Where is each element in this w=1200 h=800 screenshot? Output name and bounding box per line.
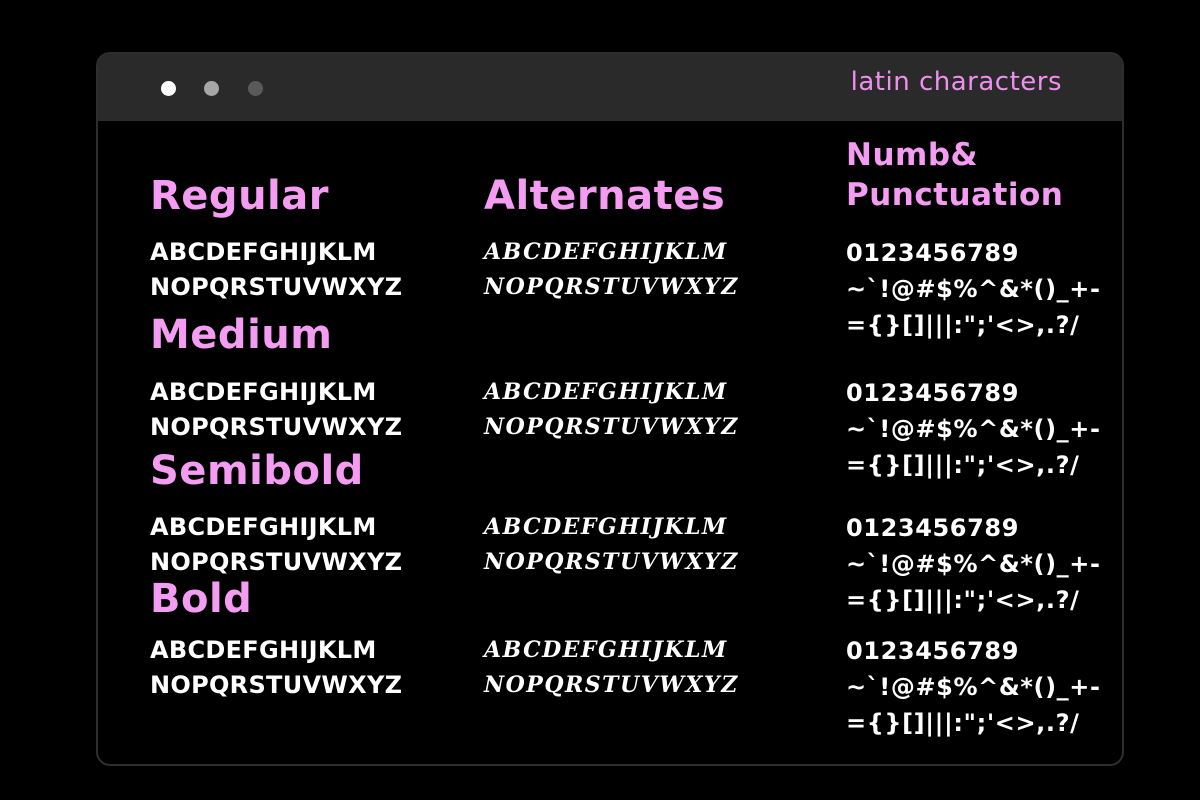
medium-uppercase-line-2: NOPQRSTUVWXYZ (150, 413, 403, 441)
semibold-uppercase-line-1: ABCDEFGHIJKLM (150, 513, 377, 541)
maximize-window-dot[interactable] (248, 81, 263, 96)
heading-numb: Numb& (846, 137, 979, 173)
bold-alternates-line-1: ABCDEFGHIJKLM (484, 637, 728, 663)
window-title: latin characters (850, 67, 1062, 97)
regular-punctuation-line-1: ~`!@#$%^&*()_+- (846, 275, 1101, 303)
heading-punctuation: Punctuation (846, 177, 1064, 213)
regular-uppercase-line-2: NOPQRSTUVWXYZ (150, 273, 403, 301)
medium-alternates-line-2: NOPQRSTUVWXYZ (484, 414, 739, 440)
heading-regular: Regular (150, 173, 329, 219)
bold-numbers-line: 0123456789 (846, 637, 1019, 665)
semibold-punctuation-line-2: ={}[]|||:";'<>,.?/ (846, 586, 1080, 614)
medium-numbers-line: 0123456789 (846, 379, 1019, 407)
heading-bold: Bold (150, 576, 253, 622)
regular-alternates-line-1: ABCDEFGHIJKLM (484, 239, 728, 265)
semibold-numbers-line: 0123456789 (846, 514, 1019, 542)
bold-uppercase-line-2: NOPQRSTUVWXYZ (150, 671, 403, 699)
bold-punctuation-line-2: ={}[]|||:";'<>,.?/ (846, 709, 1080, 737)
semibold-alternates-line-1: ABCDEFGHIJKLM (484, 514, 728, 540)
medium-punctuation-line-1: ~`!@#$%^&*()_+- (846, 415, 1101, 443)
bold-uppercase-line-1: ABCDEFGHIJKLM (150, 636, 377, 664)
minimize-window-dot[interactable] (204, 81, 219, 96)
heading-semibold: Semibold (150, 448, 364, 494)
window-titlebar: latin characters (98, 54, 1122, 121)
semibold-uppercase-line-2: NOPQRSTUVWXYZ (150, 548, 403, 576)
semibold-punctuation-line-1: ~`!@#$%^&*()_+- (846, 550, 1101, 578)
semibold-alternates-line-2: NOPQRSTUVWXYZ (484, 549, 739, 575)
app-window: latin characters Regular ABCDEFGHIJKLM N… (96, 52, 1124, 766)
regular-uppercase-line-1: ABCDEFGHIJKLM (150, 238, 377, 266)
medium-uppercase-line-1: ABCDEFGHIJKLM (150, 378, 377, 406)
bold-punctuation-line-1: ~`!@#$%^&*()_+- (846, 673, 1101, 701)
heading-medium: Medium (150, 312, 333, 358)
regular-numbers-line: 0123456789 (846, 239, 1019, 267)
bold-alternates-line-2: NOPQRSTUVWXYZ (484, 672, 739, 698)
regular-punctuation-line-2: ={}[]|||:";'<>,.?/ (846, 311, 1080, 339)
heading-alternates: Alternates (484, 173, 726, 219)
medium-alternates-line-1: ABCDEFGHIJKLM (484, 379, 728, 405)
medium-punctuation-line-2: ={}[]|||:";'<>,.?/ (846, 451, 1080, 479)
regular-alternates-line-2: NOPQRSTUVWXYZ (484, 274, 739, 300)
close-window-dot[interactable] (161, 81, 176, 96)
